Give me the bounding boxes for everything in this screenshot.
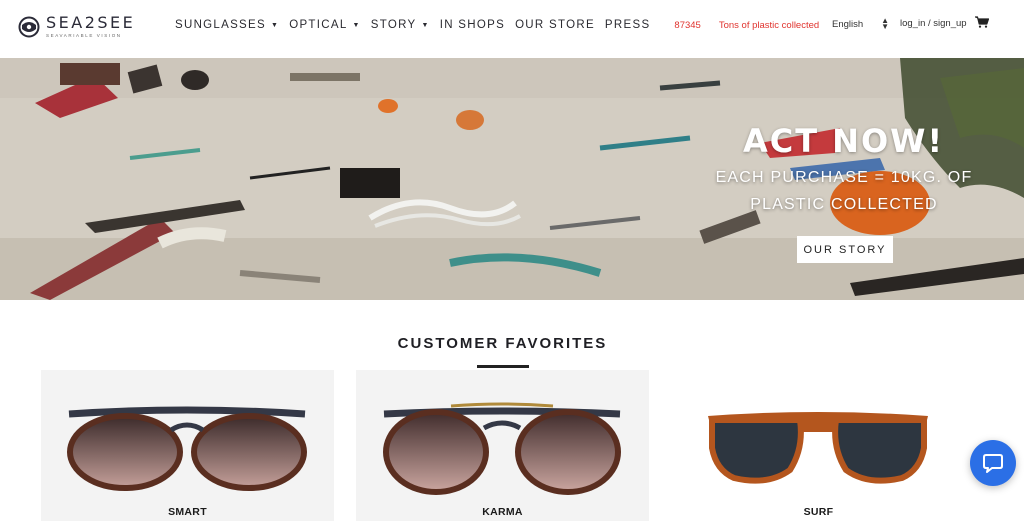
nav-label: OPTICAL (289, 19, 348, 31)
cart-icon[interactable] (975, 16, 989, 28)
title-underline (477, 365, 529, 368)
hero-subtitle: EACH PURCHASE = 10KG. OF PLASTIC COLLECT… (710, 164, 978, 218)
product-card-karma[interactable]: KARMA (356, 370, 649, 521)
product-name: SURF (803, 506, 834, 518)
sunglasses-image (383, 402, 621, 495)
nav-item-our-store[interactable]: OUR STORE (515, 19, 595, 31)
language-selector[interactable]: English ▲ ▼ (832, 16, 890, 31)
plastic-counter-value: 87345 (674, 19, 701, 31)
product-card-surf[interactable]: SURF (672, 370, 965, 521)
sunglasses-image (708, 412, 928, 484)
brand-logo[interactable]: SEA2SEE SEAVARIABLE VISION (18, 14, 135, 40)
nav-label: PRESS (604, 19, 651, 31)
section-title: CUSTOMER FAVORITES (397, 335, 608, 352)
login-link[interactable]: log_in / sign_up (900, 18, 967, 29)
chat-button[interactable] (970, 440, 1016, 486)
site-header: SEA2SEE SEAVARIABLE VISION SUNGLASSES ▼ … (0, 0, 1024, 58)
nav-label: OUR STORE (515, 19, 595, 31)
plastic-counter-label: Tons of plastic collected (718, 19, 820, 31)
hero-subtitle-line: EACH PURCHASE = 10KG. OF (715, 169, 973, 186)
caret-down-icon: ▼ (421, 21, 430, 29)
nav-label: STORY (370, 19, 417, 31)
nav-label: IN SHOPS (439, 19, 506, 31)
chat-bubble-icon (983, 454, 1003, 473)
language-label: English (832, 18, 864, 30)
nav-item-sunglasses[interactable]: SUNGLASSES ▼ (175, 19, 279, 31)
our-story-button[interactable]: OUR STORY (797, 236, 893, 263)
hero-subtitle-line: PLASTIC COLLECTED (750, 196, 938, 213)
product-card-smart[interactable]: SMART (41, 370, 334, 521)
nav-item-optical[interactable]: OPTICAL ▼ (289, 19, 361, 31)
product-name: SMART (168, 506, 207, 518)
caret-down-icon: ▼ (270, 21, 280, 29)
brand-tagline: SEAVARIABLE VISION (46, 33, 122, 38)
brand-name: SEA2SEE (46, 13, 136, 32)
logo-mark-icon (18, 16, 40, 38)
select-arrows-icon: ▲ ▼ (881, 16, 890, 31)
product-name: KARMA (482, 506, 523, 518)
main-nav: SUNGLASSES ▼ OPTICAL ▼ STORY ▼ IN SHOPS … (175, 19, 819, 31)
nav-item-story[interactable]: STORY ▼ (371, 19, 430, 31)
nav-item-in-shops[interactable]: IN SHOPS (440, 19, 505, 31)
sunglasses-image (67, 406, 307, 491)
hero-banner: ACT NOW! EACH PURCHASE = 10KG. OF PLASTI… (0, 58, 1024, 300)
nav-label: SUNGLASSES (175, 19, 266, 31)
nav-item-press[interactable]: PRESS (605, 19, 651, 31)
caret-down-icon: ▼ (352, 21, 361, 29)
hero-title: ACT NOW! (742, 122, 945, 160)
